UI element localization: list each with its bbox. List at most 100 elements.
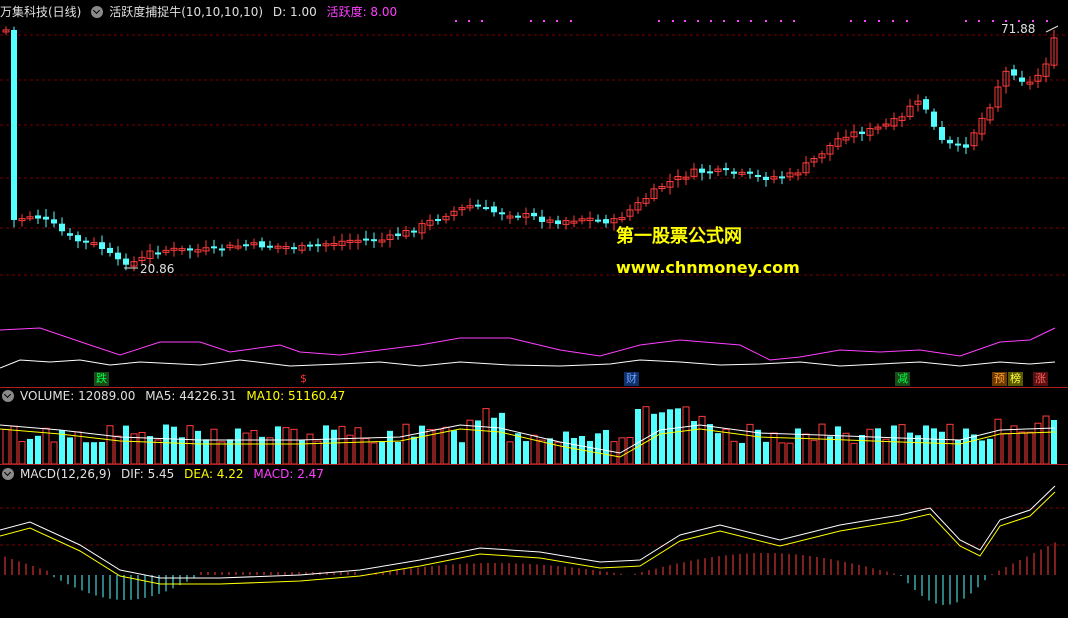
volume-menu-icon[interactable] xyxy=(2,389,14,402)
candle-down xyxy=(75,235,81,242)
volume-bar-up xyxy=(50,441,58,465)
signal-dot xyxy=(723,20,725,22)
volume-bar-up xyxy=(138,431,146,465)
volume-bar-down xyxy=(571,437,577,464)
stock-title[interactable]: 万集科技(日线) xyxy=(0,5,81,19)
signal-dot xyxy=(1046,20,1048,22)
candle-down xyxy=(219,248,225,251)
volume-bar-up xyxy=(290,428,298,465)
signal-dot xyxy=(864,20,866,22)
candle-down xyxy=(723,168,729,171)
candle-down xyxy=(211,246,217,249)
volume-bar-up xyxy=(106,425,114,465)
volume-bar-up xyxy=(994,418,1002,465)
volume-bar-down xyxy=(379,441,385,464)
candle-down xyxy=(43,216,49,220)
candle-down xyxy=(491,206,497,213)
volume-bar-down xyxy=(91,442,97,464)
volume-bar-up xyxy=(682,406,690,465)
volume-bar-down xyxy=(971,434,977,464)
volume-bar-up xyxy=(850,442,858,465)
signal-dot xyxy=(850,20,852,22)
volume-bar-down xyxy=(27,438,33,464)
volume-bar-up xyxy=(10,425,18,465)
volume-bar-up xyxy=(466,419,474,465)
volume-bar-down xyxy=(163,424,169,464)
volume-bar-up xyxy=(242,432,250,465)
candle-down xyxy=(243,244,249,247)
signal-tag: 榜 xyxy=(1008,372,1023,386)
candle-down xyxy=(371,239,377,242)
volume-bar-up xyxy=(1034,422,1042,465)
volume-bar-down xyxy=(419,425,425,464)
signal-dot xyxy=(556,20,558,22)
volume-bar-up xyxy=(186,425,194,465)
volume-bar-down xyxy=(275,426,281,464)
candle-down xyxy=(67,233,73,236)
volume-bar-down xyxy=(915,435,921,464)
volume-bar-up xyxy=(722,428,730,465)
signal-dot xyxy=(455,20,457,22)
candle-down xyxy=(931,111,937,127)
high-arrow xyxy=(1045,25,1059,33)
volume-bar-down xyxy=(1051,419,1057,464)
macd-name[interactable]: MACD(12,26,9) xyxy=(20,467,111,481)
macd-value: MACD: 2.47 xyxy=(253,467,324,481)
candle-down xyxy=(531,212,537,217)
volume-bar-down xyxy=(875,428,881,464)
signal-dot xyxy=(992,20,994,22)
macd-header: MACD(12,26,9) DIF: 5.45 DEA: 4.22 MACD: … xyxy=(2,464,330,484)
candle-down xyxy=(11,29,17,220)
volume-bar-down xyxy=(763,441,769,464)
candle-down xyxy=(59,223,65,232)
volume-bar-down xyxy=(987,438,993,464)
candle-down xyxy=(923,99,929,110)
volume-bar-down xyxy=(635,408,641,464)
candle-down xyxy=(123,258,129,265)
candle-down xyxy=(699,168,705,173)
volume-bar-up xyxy=(642,406,650,465)
volume-bar-down xyxy=(259,436,265,464)
volume-value[interactable]: VOLUME: 12089.00 xyxy=(20,389,135,403)
volume-bar-down xyxy=(659,412,665,464)
candle-down xyxy=(115,252,121,260)
signal-dot xyxy=(965,20,967,22)
volume-bar-up xyxy=(250,430,258,465)
signal-dot xyxy=(892,20,894,22)
volume-bar-down xyxy=(931,428,937,464)
candle-down xyxy=(747,171,753,174)
candle-down xyxy=(155,252,161,255)
volume-bar-up xyxy=(130,433,138,465)
candle-down xyxy=(515,215,521,218)
activity-baseline xyxy=(0,359,1056,369)
candle-down xyxy=(859,131,865,135)
volume-bar-down xyxy=(123,425,129,464)
volume-bar-down xyxy=(395,441,401,464)
candle-down xyxy=(307,244,313,247)
candle-down xyxy=(539,216,545,222)
volume-bar-up xyxy=(42,427,50,465)
volume-bar-down xyxy=(667,409,673,464)
indicator-menu-icon[interactable] xyxy=(91,5,104,18)
volume-bar-up xyxy=(218,441,226,465)
candle-down xyxy=(731,171,737,174)
signal-tag: 涨 xyxy=(1033,372,1048,386)
volume-bar-down xyxy=(99,441,105,464)
volume-bar-up xyxy=(898,424,906,465)
indicator-name[interactable]: 活跃度捕捉牛(10,10,10,10) xyxy=(109,5,263,19)
volume-bar-down xyxy=(939,431,945,464)
volume-bar-up xyxy=(506,441,514,465)
volume-bar-down xyxy=(835,426,841,464)
candle-down xyxy=(955,143,961,146)
volume-bar-down xyxy=(547,438,553,464)
low-price-label: 20.86 xyxy=(140,262,175,276)
macd-menu-icon[interactable] xyxy=(2,467,14,480)
volume-bar-up xyxy=(730,440,738,465)
chart-canvas[interactable] xyxy=(0,0,1068,618)
volume-bar-up xyxy=(786,442,794,465)
signal-dot xyxy=(530,20,532,22)
volume-bar-up xyxy=(882,438,890,465)
volume-bar-up xyxy=(698,415,706,465)
volume-bar-down xyxy=(891,425,897,464)
volume-bar-up xyxy=(370,442,378,465)
